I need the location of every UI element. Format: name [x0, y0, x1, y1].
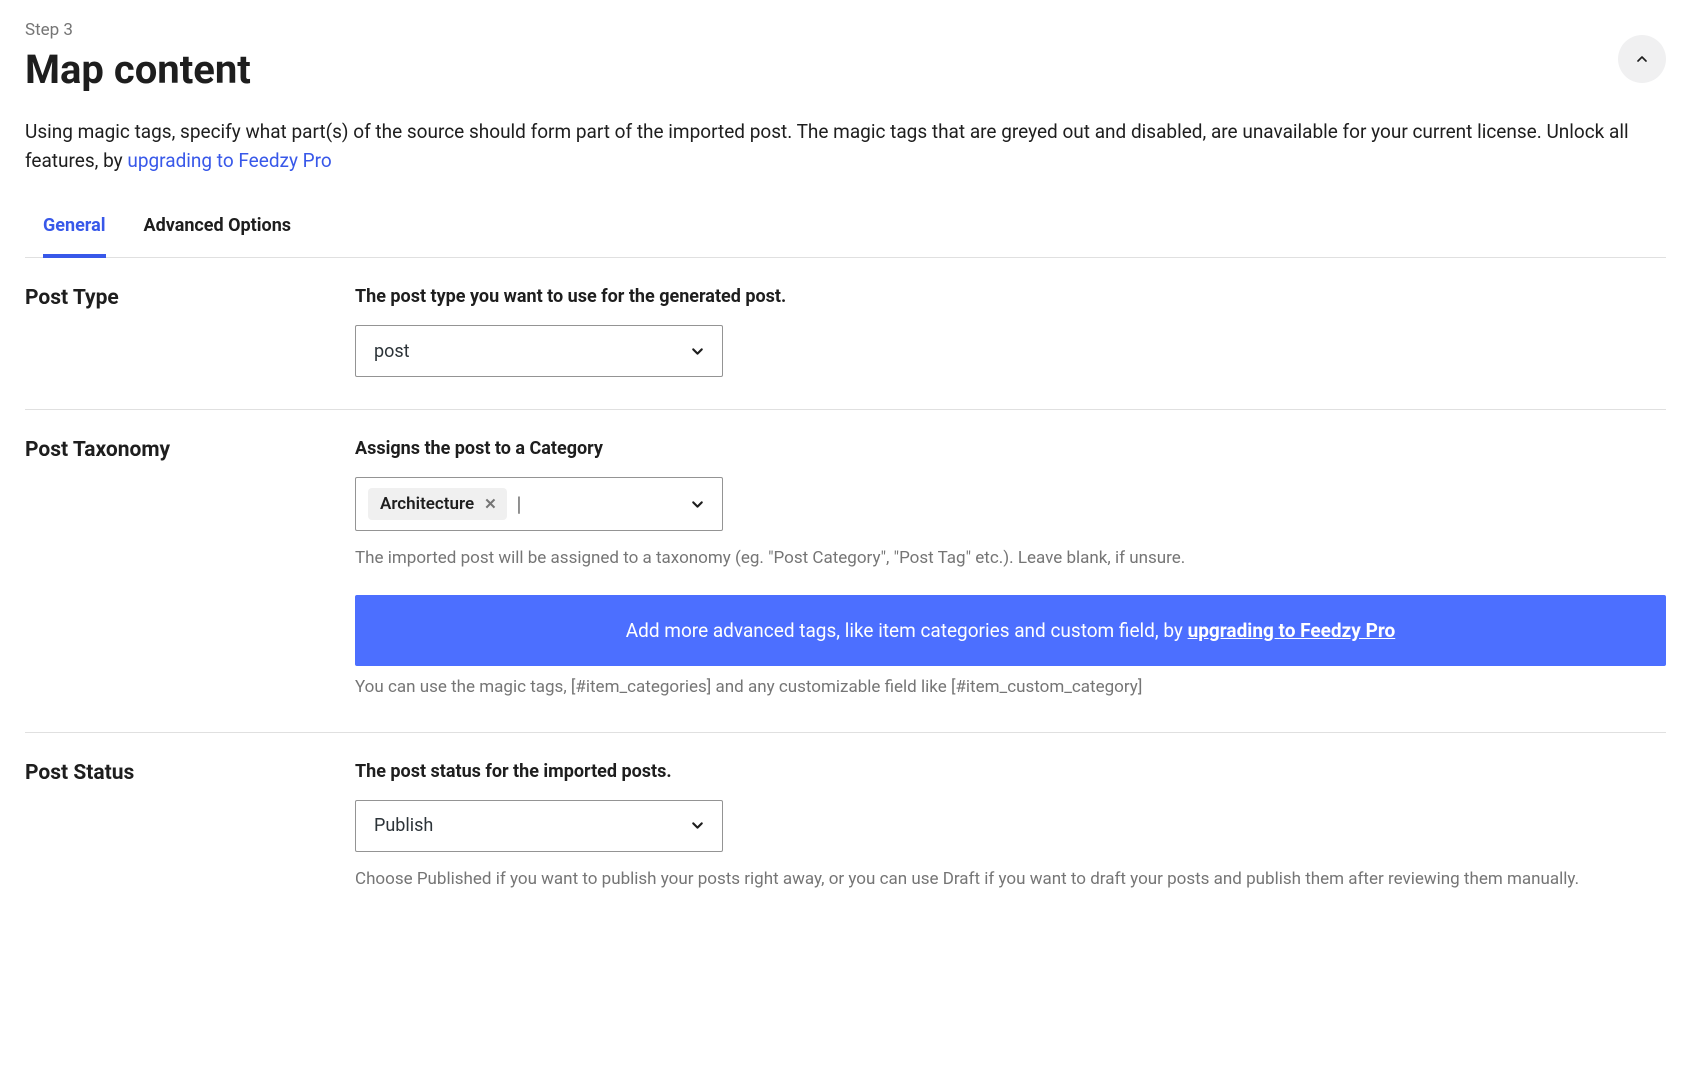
collapse-button[interactable]	[1618, 35, 1666, 83]
post-status-select[interactable]: Publish	[355, 800, 723, 852]
input-cursor: |	[517, 492, 521, 516]
post-type-select[interactable]: post	[355, 325, 723, 377]
post-type-label: The post type you want to use for the ge…	[355, 286, 1666, 307]
post-taxonomy-select[interactable]: Architecture ✕ |	[355, 477, 723, 531]
post-status-help: Choose Published if you want to publish …	[355, 868, 1666, 892]
section-title-post-type: Post Type	[25, 286, 355, 310]
post-status-label: The post status for the imported posts.	[355, 761, 1666, 782]
chevron-down-icon	[689, 817, 706, 834]
section-title-post-taxonomy: Post Taxonomy	[25, 438, 355, 462]
chevron-down-icon	[689, 343, 706, 360]
page-title: Map content	[25, 46, 1666, 93]
step-label: Step 3	[25, 20, 1666, 40]
upgrade-link[interactable]: upgrading to Feedzy Pro	[127, 149, 331, 172]
tabs: General Advanced Options	[25, 205, 1666, 258]
page-description: Using magic tags, specify what part(s) o…	[25, 118, 1665, 175]
section-post-status: Post Status The post status for the impo…	[25, 733, 1666, 924]
taxonomy-tag-label: Architecture	[380, 494, 474, 514]
post-taxonomy-help-2: You can use the magic tags, [#item_categ…	[355, 676, 1666, 700]
chevron-up-icon	[1634, 51, 1650, 67]
section-post-taxonomy: Post Taxonomy Assigns the post to a Cate…	[25, 410, 1666, 733]
page-header: Step 3 Map content	[25, 20, 1666, 93]
taxonomy-tag-chip: Architecture ✕	[368, 488, 507, 520]
post-status-value: Publish	[374, 815, 433, 836]
post-taxonomy-label: Assigns the post to a Category	[355, 438, 1666, 459]
chevron-down-icon	[689, 496, 706, 513]
tab-general[interactable]: General	[43, 205, 106, 258]
upgrade-banner-text: Add more advanced tags, like item catego…	[626, 619, 1188, 642]
upgrade-banner-link[interactable]: upgrading to Feedzy Pro	[1188, 619, 1396, 642]
upgrade-banner: Add more advanced tags, like item catego…	[355, 595, 1666, 666]
post-taxonomy-help-1: The imported post will be assigned to a …	[355, 547, 1666, 571]
section-post-type: Post Type The post type you want to use …	[25, 258, 1666, 410]
tab-advanced-options[interactable]: Advanced Options	[144, 205, 292, 258]
section-title-post-status: Post Status	[25, 761, 355, 785]
post-type-value: post	[374, 341, 410, 362]
remove-tag-icon[interactable]: ✕	[484, 495, 497, 513]
